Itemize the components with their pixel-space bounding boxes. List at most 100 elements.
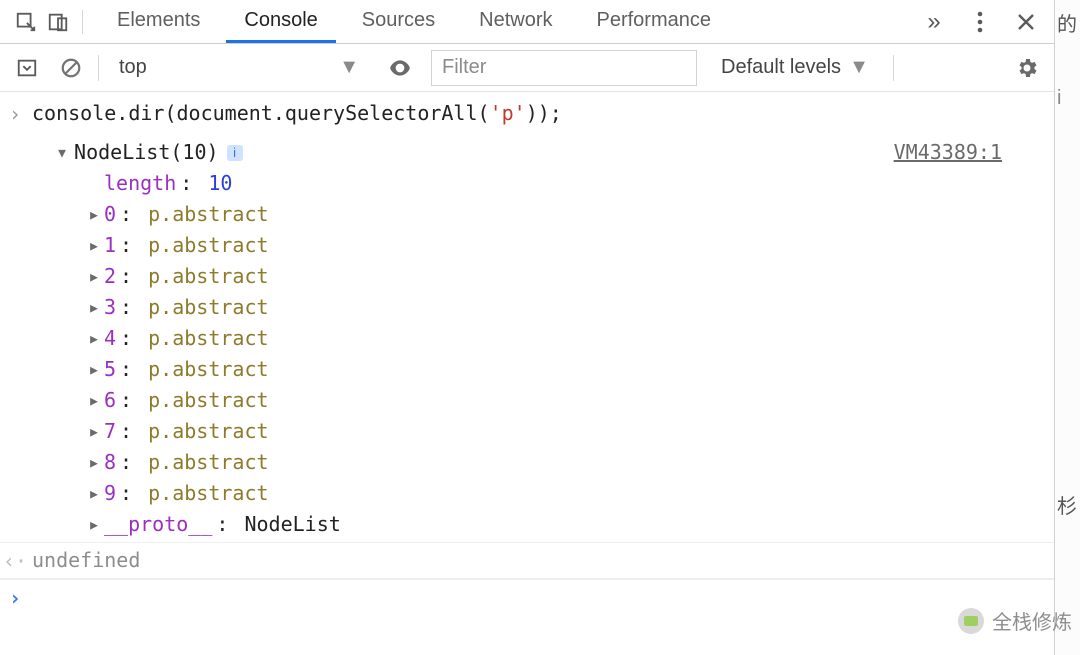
prop-key: 6 xyxy=(104,385,116,416)
divider xyxy=(82,10,83,34)
property-row[interactable]: 2: p.abstract xyxy=(88,261,1048,292)
prop-key: 7 xyxy=(104,416,116,447)
caret-right-icon xyxy=(88,292,100,323)
caret-down-icon xyxy=(56,137,68,168)
prop-key: length xyxy=(104,168,176,199)
clear-console-icon[interactable] xyxy=(54,51,88,85)
property-row[interactable]: 3: p.abstract xyxy=(88,292,1048,323)
caret-right-icon xyxy=(88,230,100,261)
show-console-sidebar-icon[interactable] xyxy=(10,51,44,85)
console-command[interactable]: console.dir(document.querySelectorAll('p… xyxy=(30,96,1054,131)
device-toolbar-icon[interactable] xyxy=(42,6,74,38)
prop-key: 3 xyxy=(104,292,116,323)
tab-console[interactable]: Console xyxy=(226,0,335,43)
property-row[interactable]: 6: p.abstract xyxy=(88,385,1048,416)
prop-val: p.abstract xyxy=(148,199,268,230)
prop-val: 10 xyxy=(208,168,232,199)
console-body: › console.dir(document.querySelectorAll(… xyxy=(0,92,1054,655)
prop-key: 5 xyxy=(104,354,116,385)
spacer xyxy=(88,168,100,199)
tab-sources[interactable]: Sources xyxy=(344,0,453,43)
prop-key: 9 xyxy=(104,478,116,509)
watermark-logo-icon xyxy=(958,608,984,634)
filter-placeholder: Filter xyxy=(442,56,486,79)
context-label: top xyxy=(119,56,147,79)
prop-val: NodeList xyxy=(244,509,340,540)
property-row[interactable]: length: 10 xyxy=(88,168,1048,199)
prop-val: p.abstract xyxy=(148,230,268,261)
prop-val: p.abstract xyxy=(148,416,268,447)
inspect-element-icon[interactable] xyxy=(10,6,42,38)
console-settings-icon[interactable] xyxy=(1010,51,1044,85)
prop-key: 1 xyxy=(104,230,116,261)
close-icon[interactable] xyxy=(1010,6,1042,38)
prop-val: p.abstract xyxy=(148,385,268,416)
more-tabs-icon[interactable]: » xyxy=(918,6,950,38)
chevron-down-icon: ▼ xyxy=(339,56,359,79)
cmd-part: )); xyxy=(526,101,562,125)
property-row[interactable]: 0: p.abstract xyxy=(88,199,1048,230)
prop-val: p.abstract xyxy=(148,323,268,354)
prop-val: p.abstract xyxy=(148,478,268,509)
property-row[interactable]: 5: p.abstract xyxy=(88,354,1048,385)
log-levels-select[interactable]: Default levels ▼ xyxy=(721,56,869,79)
prop-key: 8 xyxy=(104,447,116,478)
return-icon: ‹· xyxy=(0,543,30,578)
kebab-menu-icon[interactable] xyxy=(964,6,996,38)
prop-key: 4 xyxy=(104,323,116,354)
caret-right-icon xyxy=(88,385,100,416)
devtools-panel: Elements Console Sources Network Perform… xyxy=(0,0,1055,655)
caret-right-icon xyxy=(88,447,100,478)
caret-right-icon xyxy=(88,354,100,385)
console-prompt-row[interactable]: › xyxy=(0,579,1054,605)
output-gutter xyxy=(0,135,30,542)
prop-key: 2 xyxy=(104,261,116,292)
execution-context-select[interactable]: top ▼ xyxy=(109,51,369,85)
object-properties: length: 10 0: p.abstract1: p.abstract2: … xyxy=(56,168,1048,540)
page-sliver: 的 i 杉 xyxy=(1055,0,1080,655)
page-char: i xyxy=(1057,87,1078,110)
caret-right-icon xyxy=(88,323,100,354)
prop-key: __proto__ xyxy=(104,509,212,540)
filter-input[interactable]: Filter xyxy=(431,50,697,86)
cmd-arg: 'p' xyxy=(490,101,526,125)
watermark-text: 全栈修炼 xyxy=(992,606,1072,635)
watermark: 全栈修炼 xyxy=(958,606,1072,635)
return-value: undefined xyxy=(30,543,1054,578)
page-char: 的 xyxy=(1057,8,1078,37)
caret-right-icon xyxy=(88,509,100,540)
property-row[interactable]: 4: p.abstract xyxy=(88,323,1048,354)
console-input-row: › console.dir(document.querySelectorAll(… xyxy=(0,92,1054,131)
caret-right-icon xyxy=(88,416,100,447)
tabs-list: Elements Console Sources Network Perform… xyxy=(99,0,729,43)
console-input[interactable] xyxy=(30,580,1054,605)
property-row[interactable]: 9: p.abstract xyxy=(88,478,1048,509)
input-chevron-icon: › xyxy=(0,96,30,131)
page-char: 杉 xyxy=(1057,490,1078,519)
prompt-chevron-icon: › xyxy=(0,580,30,605)
tab-performance[interactable]: Performance xyxy=(579,0,730,43)
prop-val: p.abstract xyxy=(148,261,268,292)
console-toolbar: top ▼ Filter Default levels ▼ xyxy=(0,44,1054,92)
divider xyxy=(98,55,99,81)
tab-network[interactable]: Network xyxy=(461,0,570,43)
object-summary[interactable]: NodeList(10) i xyxy=(56,137,894,168)
tab-elements[interactable]: Elements xyxy=(99,0,218,43)
console-output-row: VM43389:1 NodeList(10) i length: 10 xyxy=(0,131,1054,542)
live-expression-icon[interactable] xyxy=(383,51,417,85)
property-row[interactable]: __proto__: NodeList xyxy=(88,509,1048,540)
property-row[interactable]: 8: p.abstract xyxy=(88,447,1048,478)
prop-val: p.abstract xyxy=(148,447,268,478)
property-row[interactable]: 7: p.abstract xyxy=(88,416,1048,447)
console-output: VM43389:1 NodeList(10) i length: 10 xyxy=(30,135,1054,542)
info-icon[interactable]: i xyxy=(227,145,243,161)
caret-right-icon xyxy=(88,478,100,509)
cmd-part: console.dir(document.querySelectorAll( xyxy=(32,101,490,125)
chevron-down-icon: ▼ xyxy=(849,56,869,79)
levels-label: Default levels xyxy=(721,56,841,79)
console-return-row: ‹· undefined xyxy=(0,542,1054,579)
prop-val: p.abstract xyxy=(148,354,268,385)
prop-val: p.abstract xyxy=(148,292,268,323)
caret-right-icon xyxy=(88,199,100,230)
property-row[interactable]: 1: p.abstract xyxy=(88,230,1048,261)
